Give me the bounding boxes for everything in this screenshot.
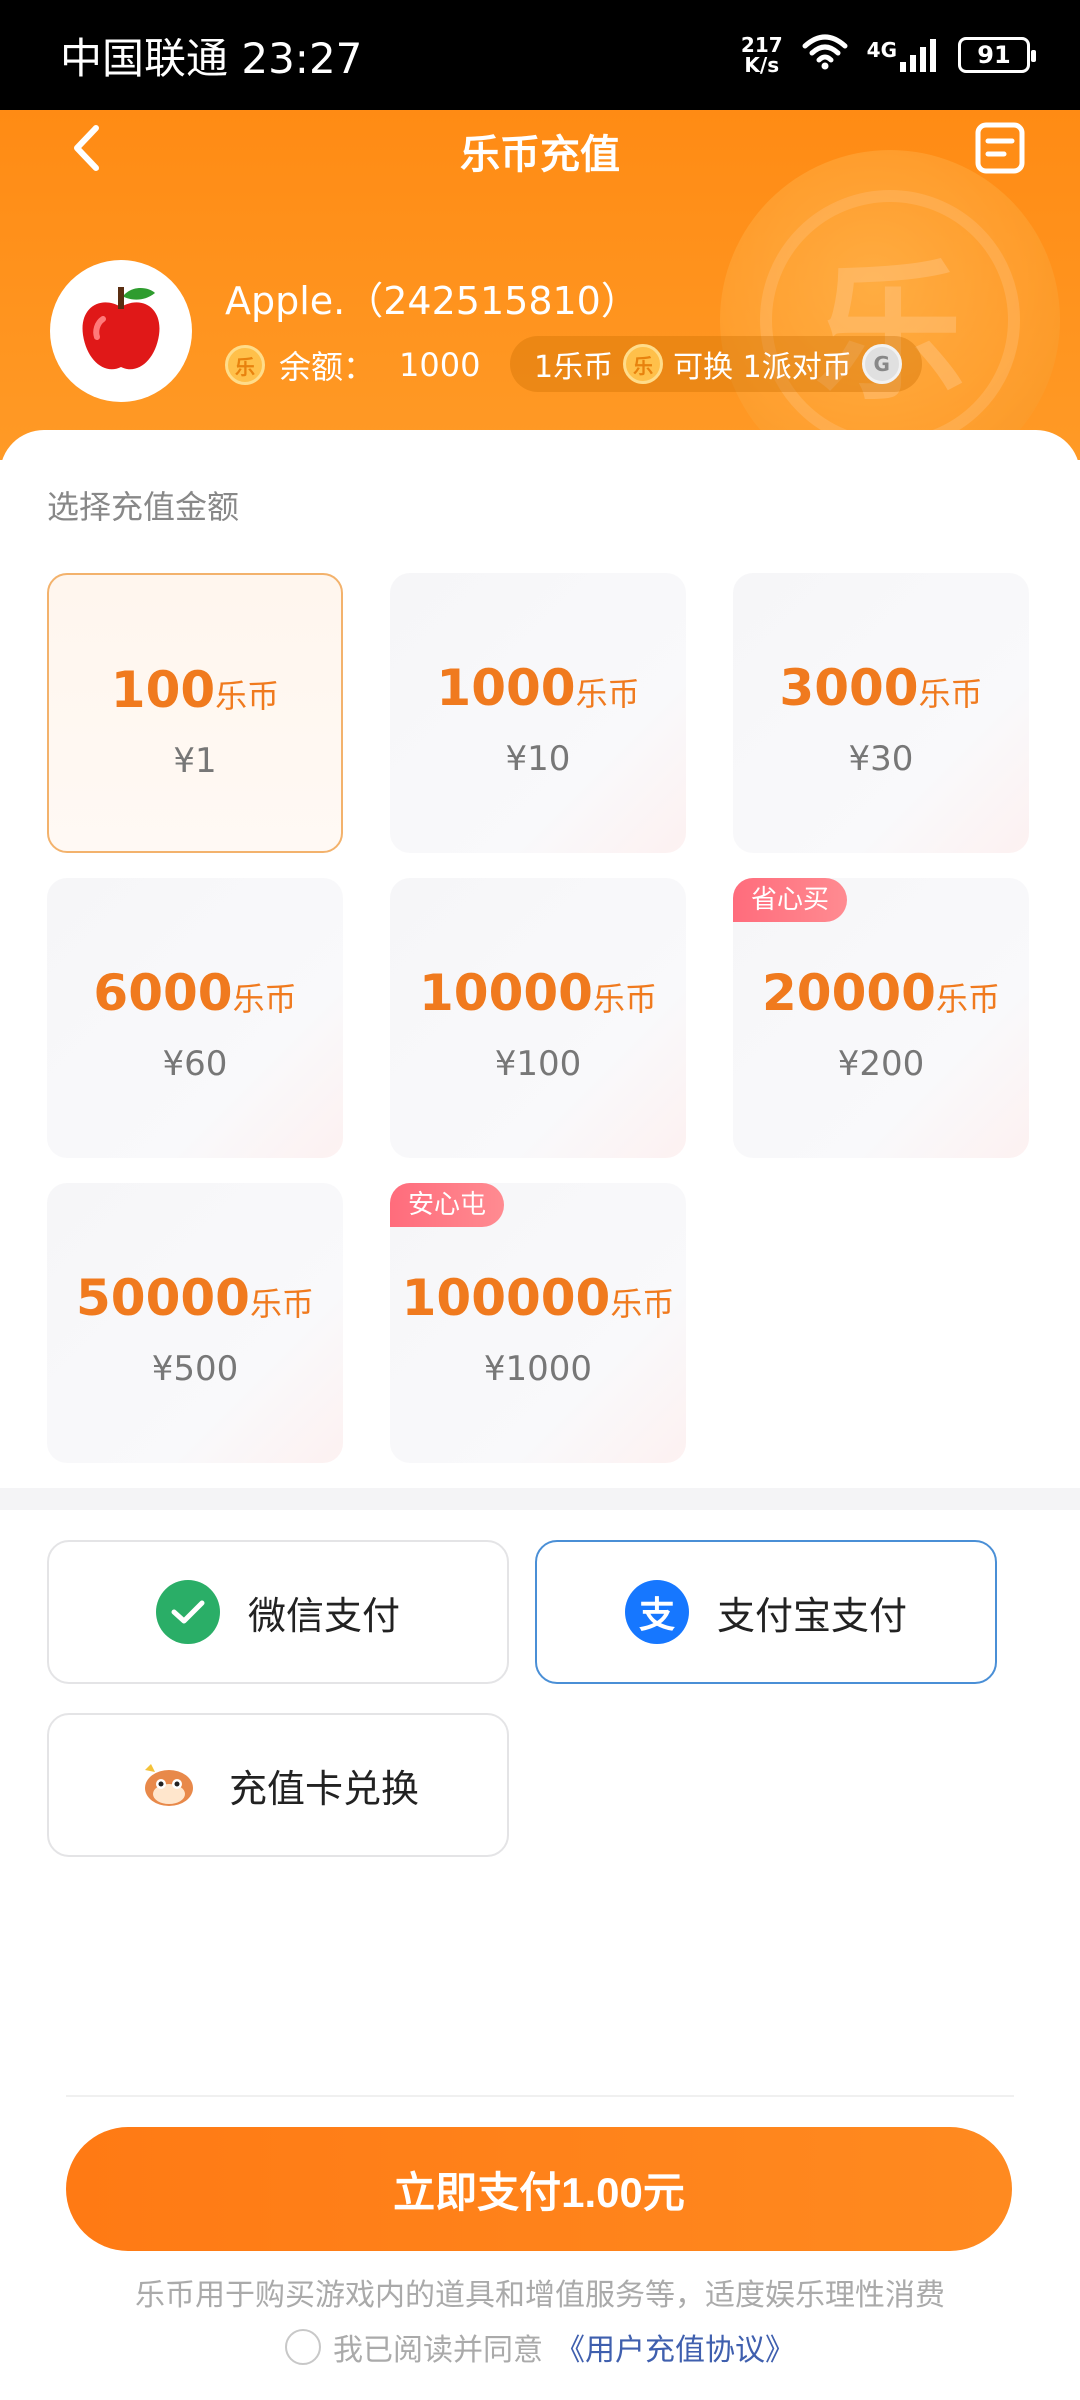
- wechat-pay-button[interactable]: 微信支付: [47, 1540, 509, 1684]
- user-name: Apple.（242515810）: [225, 279, 639, 323]
- status-bar: 中国联通 23:27 217 K/s 4G 91: [0, 0, 1080, 110]
- coin-glyph: 乐: [760, 190, 1020, 450]
- option-amount: 10000乐币: [390, 964, 686, 1022]
- amount-unit: 乐币: [215, 677, 280, 715]
- amount-unit: 乐币: [249, 1285, 314, 1323]
- wifi-icon: [801, 31, 849, 80]
- option-amount: 3000乐币: [733, 659, 1029, 717]
- agreement-link[interactable]: 《用户充值协议》: [555, 2325, 795, 2369]
- exchange-text-1: 1乐币: [534, 350, 614, 385]
- option-price: ¥60: [162, 1044, 228, 1084]
- header: 乐 乐币充值 Apple.（242515810） 乐 余额： 1000 1乐币 …: [0, 110, 1080, 460]
- balance-row: 乐 余额： 1000: [225, 342, 480, 388]
- amount-value: 6000: [93, 964, 233, 1022]
- pay-now-button[interactable]: 立即支付1.00元: [66, 2127, 1012, 2251]
- card-redeem-label: 充值卡兑换: [228, 1766, 419, 1811]
- recharge-option-20000[interactable]: 省心买 20000乐币 ¥200: [733, 878, 1029, 1158]
- recharge-option-6000[interactable]: 6000乐币 ¥60: [47, 878, 343, 1158]
- amount-value: 10000: [419, 964, 593, 1022]
- promo-badge: 安心屯: [390, 1183, 505, 1227]
- recharge-option-50000[interactable]: 50000乐币 ¥500: [47, 1183, 343, 1463]
- recharge-option-100[interactable]: 100乐币 ¥1: [47, 573, 343, 853]
- option-amount: 6000乐币: [47, 964, 343, 1022]
- amount-unit: 乐币: [575, 675, 640, 713]
- option-amount: 100乐币: [49, 661, 341, 719]
- consumption-notice: 乐币用于购买游戏内的道具和增值服务等，适度娱乐理性消费: [135, 2278, 945, 2313]
- net-speed-unit: K/s: [744, 53, 780, 77]
- option-price: ¥1: [173, 741, 217, 781]
- amount-value: 3000: [779, 659, 919, 717]
- option-price: ¥500: [151, 1349, 239, 1389]
- network-type: 4G: [866, 38, 897, 62]
- wechat-icon: [155, 1580, 220, 1644]
- apple-avatar-icon: [73, 279, 169, 383]
- records-button[interactable]: [972, 110, 1028, 190]
- lebi-coin-icon: 乐: [225, 345, 265, 385]
- recharge-option-3000[interactable]: 3000乐币 ¥30: [733, 573, 1029, 853]
- card-redeem-button[interactable]: 充值卡兑换: [47, 1713, 509, 1857]
- option-amount: 1000乐币: [390, 659, 686, 717]
- net-speed-value: 217: [740, 33, 783, 57]
- alipay-icon: 支: [624, 1580, 689, 1644]
- amount-value: 1000: [436, 659, 576, 717]
- option-price: ¥200: [837, 1044, 925, 1084]
- alipay-label: 支付宝支付: [716, 1593, 907, 1638]
- amount-unit: 乐币: [935, 980, 1000, 1018]
- recharge-card: 选择充值金额 100乐币 ¥1 1000乐币 ¥10 3000乐币 ¥30 60…: [0, 430, 1080, 1510]
- back-button[interactable]: [56, 110, 116, 190]
- recharge-option-100000[interactable]: 安心屯 100000乐币 ¥1000: [390, 1183, 686, 1463]
- amount-unit: 乐币: [592, 980, 657, 1018]
- amount-value: 100000: [401, 1269, 611, 1327]
- agree-checkbox[interactable]: [285, 2329, 321, 2365]
- status-icons: 217 K/s 4G 91: [741, 31, 1036, 80]
- lebi-coin-icon: 乐: [623, 344, 664, 384]
- option-amount: 100000乐币: [390, 1269, 686, 1327]
- chevron-left-icon: [69, 123, 103, 177]
- balance-value: 1000: [399, 346, 481, 384]
- section-divider: [0, 1488, 1080, 1510]
- mascot-icon: [137, 1753, 201, 1817]
- amount-unit: 乐币: [918, 675, 983, 713]
- amount-value: 100: [110, 661, 216, 719]
- amount-value: 50000: [76, 1269, 250, 1327]
- section-label: 选择充值金额: [47, 488, 240, 526]
- agreement-row: 我已阅读并同意 《用户充值协议》: [0, 2325, 1080, 2369]
- recharge-option-10000[interactable]: 10000乐币 ¥100: [390, 878, 686, 1158]
- avatar[interactable]: [50, 260, 192, 402]
- exchange-text-2: 可换 1派对币: [673, 350, 852, 385]
- recharge-option-1000[interactable]: 1000乐币 ¥10: [390, 573, 686, 853]
- option-price: ¥30: [848, 739, 914, 779]
- alipay-button[interactable]: 支 支付宝支付: [535, 1540, 997, 1684]
- battery-icon: 91: [958, 37, 1036, 73]
- page-title: 乐币充值: [460, 132, 620, 178]
- promo-badge: 省心买: [733, 878, 848, 922]
- signal-icon: 4G: [867, 38, 940, 72]
- document-list-icon: [974, 121, 1026, 179]
- option-price: ¥10: [505, 739, 571, 779]
- amount-value: 20000: [762, 964, 936, 1022]
- exchange-rate-pill: 1乐币 乐 可换 1派对币 G: [510, 336, 922, 392]
- battery-level: 91: [977, 41, 1011, 69]
- wechat-pay-label: 微信支付: [247, 1593, 400, 1638]
- amount-unit: 乐币: [232, 980, 297, 1018]
- footer-divider: [66, 2095, 1014, 2097]
- amount-unit: 乐币: [610, 1285, 675, 1323]
- agree-text: 我已阅读并同意: [333, 2333, 543, 2368]
- party-coin-icon: G: [861, 344, 902, 384]
- option-amount: 50000乐币: [47, 1269, 343, 1327]
- option-price: ¥100: [494, 1044, 582, 1084]
- carrier-time: 中国联通 23:27: [60, 33, 363, 83]
- option-amount: 20000乐币: [733, 964, 1029, 1022]
- balance-label: 余额：: [279, 348, 376, 386]
- net-speed: 217 K/s: [741, 35, 783, 75]
- option-price: ¥1000: [483, 1349, 593, 1389]
